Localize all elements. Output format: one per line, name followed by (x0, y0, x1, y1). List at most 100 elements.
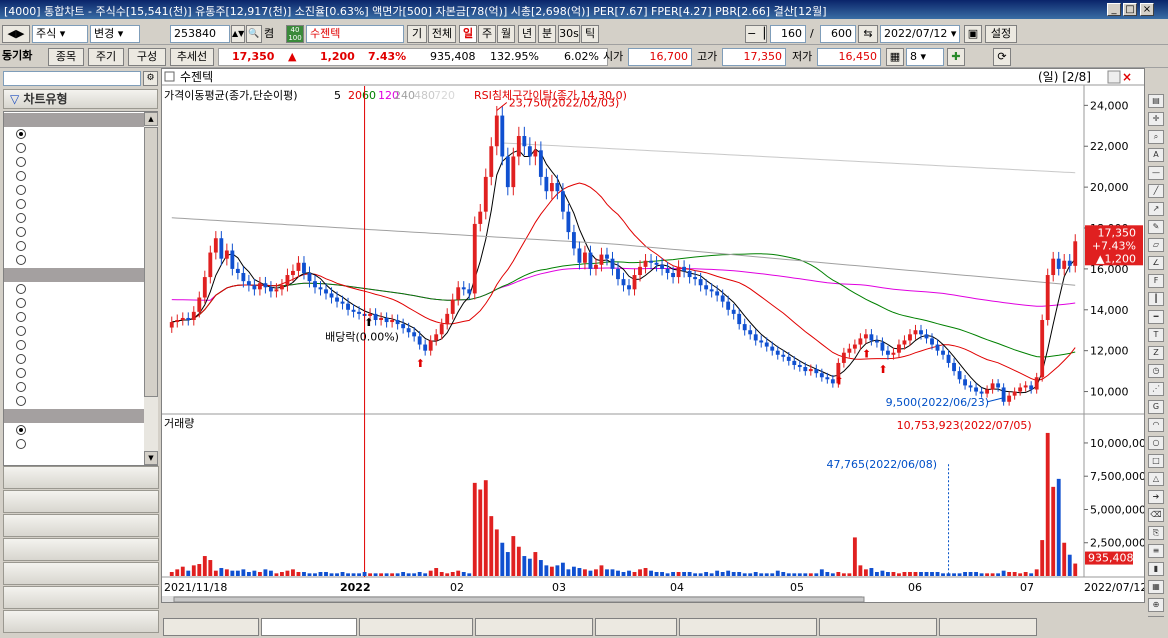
chart-type-option[interactable] (16, 198, 32, 212)
stock-name-field[interactable]: 수젠텍 (306, 25, 404, 43)
market-select[interactable]: 주식 ▾ (32, 25, 88, 43)
save-icon[interactable]: ▣ (964, 25, 982, 43)
ray-icon[interactable]: ↗ (1148, 202, 1164, 216)
rect-icon[interactable]: □ (1148, 454, 1164, 468)
fan-icon[interactable]: ⋰ (1148, 382, 1164, 396)
item-button[interactable]: 종목 (48, 48, 84, 66)
arrow-icon[interactable]: ➔ (1148, 490, 1164, 504)
chart-type-option[interactable] (16, 438, 32, 452)
grid-icon[interactable]: ▦ (886, 48, 904, 66)
nav-button[interactable] (3, 514, 159, 537)
settings-button[interactable]: 설정 (985, 25, 1017, 43)
period-btn-minute[interactable]: 분 (538, 25, 556, 43)
chart-type-option[interactable] (16, 226, 32, 240)
count-input[interactable]: 160 (770, 25, 806, 43)
nav-button[interactable] (3, 466, 159, 489)
period-btn-day[interactable]: 일 (459, 25, 477, 43)
bottom-tab[interactable] (359, 618, 473, 636)
search-icon[interactable]: 🔍 (246, 25, 262, 43)
nav-button[interactable] (3, 610, 159, 633)
zoom-icon[interactable]: ⌕ (1148, 130, 1164, 144)
bottom-tab[interactable] (819, 618, 937, 636)
bottom-tab[interactable] (939, 618, 1037, 636)
eraser-icon[interactable]: ⌫ (1148, 508, 1164, 522)
panel-search-input[interactable] (3, 71, 141, 86)
line-icon[interactable]: — (1148, 166, 1164, 180)
spin-button[interactable]: −▕ (745, 25, 767, 43)
nav-button[interactable] (3, 586, 159, 609)
refresh-icon[interactable]: ⟳ (993, 48, 1011, 66)
text-icon[interactable]: T (1148, 328, 1164, 342)
stock-code-input[interactable]: 253840 (170, 25, 230, 43)
period-btn-week[interactable]: 주 (478, 25, 496, 43)
chart-type-option[interactable] (16, 339, 32, 353)
tri-icon[interactable]: △ (1148, 472, 1164, 486)
period-btn-year[interactable]: 년 (518, 25, 536, 43)
chart-type-option[interactable] (16, 170, 32, 184)
crosshair-icon[interactable]: ✛ (1148, 112, 1164, 126)
maximize-button[interactable]: □ (1123, 3, 1137, 16)
chart-type-option[interactable] (16, 424, 32, 438)
total-input[interactable]: 600 (820, 25, 856, 43)
arc-icon[interactable]: ◠ (1148, 418, 1164, 432)
nav-button[interactable] (3, 490, 159, 513)
nav-button[interactable] (3, 562, 159, 585)
add-icon[interactable]: ✚ (947, 48, 965, 66)
vline-icon[interactable]: ┃ (1148, 292, 1164, 306)
chart-type-option[interactable] (16, 367, 32, 381)
list-icon[interactable]: ≡ (1148, 544, 1164, 558)
code-spin-button[interactable]: ▲▼ (231, 25, 245, 43)
chart-type-option[interactable] (16, 353, 32, 367)
chart-type-option[interactable] (16, 156, 32, 170)
change-select[interactable]: 변경 ▾ (90, 25, 140, 43)
chart-type-option[interactable] (16, 325, 32, 339)
bottom-tab[interactable] (595, 618, 677, 636)
trendline-button[interactable]: 추세선 (170, 48, 214, 66)
gann-icon[interactable]: G (1148, 400, 1164, 414)
count-select[interactable]: 8 ▾ (906, 48, 944, 66)
favorite-icon[interactable]: 40 100 (286, 25, 304, 43)
chart-type-option[interactable] (16, 283, 32, 297)
chart-svg[interactable]: 수젠텍 (일) [2/8] ×가격이동평균(종가,단순이평) 5 20 60 120240 4… (162, 69, 1153, 603)
fib-icon[interactable]: F (1148, 274, 1164, 288)
nav-back-button[interactable]: ◀▶ (2, 25, 30, 43)
cursor-icon[interactable]: ▤ (1148, 94, 1164, 108)
copy-icon[interactable]: ⎘ (1148, 526, 1164, 540)
compose-button[interactable]: 구성 (128, 48, 166, 66)
all-icon[interactable]: A (1148, 148, 1164, 162)
date-input[interactable]: 2022/07/12 ▾ (880, 25, 960, 43)
minimize-button[interactable]: _ (1107, 3, 1121, 16)
angle-icon[interactable]: ∠ (1148, 256, 1164, 270)
chart-type-option[interactable] (16, 297, 32, 311)
pencil-icon[interactable]: ✎ (1148, 220, 1164, 234)
period-btn-month[interactable]: 월 (497, 25, 515, 43)
date-toggle-icon[interactable]: ⇆ (858, 25, 878, 43)
period-btn-1[interactable]: 전체 (428, 25, 456, 43)
nav-button[interactable] (3, 538, 159, 561)
bottom-tab[interactable] (475, 618, 593, 636)
bottom-tab[interactable] (261, 618, 357, 636)
chart-type-option[interactable] (16, 184, 32, 198)
period-btn-tick[interactable]: 틱 (581, 25, 599, 43)
ellipse-icon[interactable]: ○ (1148, 436, 1164, 450)
bottom-tab[interactable] (163, 618, 259, 636)
grid-icon[interactable]: ▦ (1148, 580, 1164, 594)
chart-type-header[interactable]: ▽ 차트유형 (3, 89, 158, 109)
chart-type-option[interactable] (16, 142, 32, 156)
chart-type-option[interactable] (16, 128, 32, 142)
sync-label[interactable]: 동기화 (2, 47, 32, 65)
mag-icon[interactable]: ⊕ (1148, 598, 1164, 612)
trend-icon[interactable]: ╱ (1148, 184, 1164, 198)
gear-icon[interactable]: ⚙ (143, 71, 158, 86)
chart-type-option[interactable] (16, 395, 32, 409)
period-btn-30s[interactable]: 30s (558, 25, 580, 43)
chart-type-option[interactable] (16, 212, 32, 226)
list-scrollbar[interactable]: ▲ ▼ (144, 112, 158, 465)
period-button[interactable]: 주기 (88, 48, 124, 66)
chart-area[interactable]: 수젠텍 (일) [2/8] × 가격이동평균(종가,단순이평) 5 20 60 120 240 4… (161, 68, 1153, 603)
chart-type-option[interactable] (16, 381, 32, 395)
chart-type-option[interactable] (16, 254, 32, 268)
chart-type-option[interactable] (16, 311, 32, 325)
bottom-tab[interactable] (679, 618, 817, 636)
hline-icon[interactable]: ━ (1148, 310, 1164, 324)
